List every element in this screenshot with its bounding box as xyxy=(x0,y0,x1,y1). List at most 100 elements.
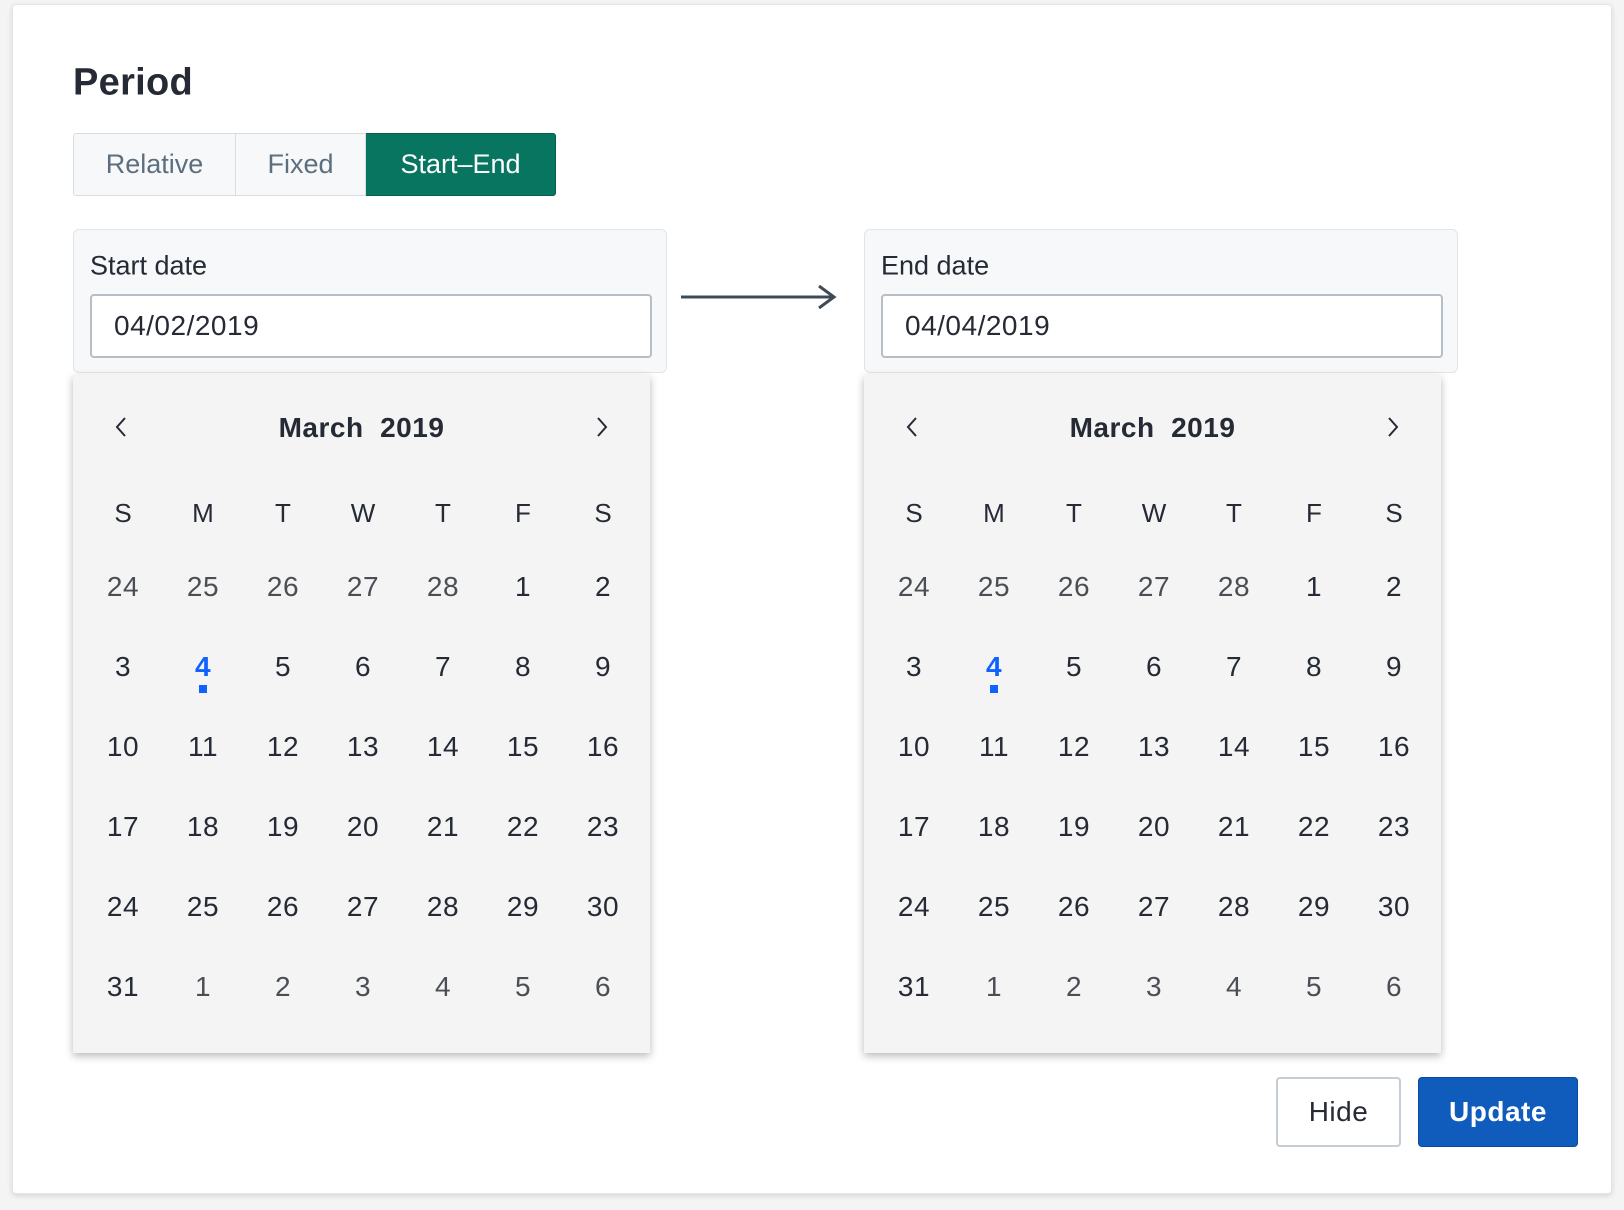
day-cell[interactable]: 10 xyxy=(874,707,954,787)
day-cell[interactable]: 12 xyxy=(1034,707,1114,787)
day-cell[interactable]: 19 xyxy=(243,787,323,867)
day-cell[interactable]: 26 xyxy=(1034,547,1114,627)
day-cell-today[interactable]: 4 xyxy=(163,627,243,707)
day-cell[interactable]: 2 xyxy=(1034,947,1114,1027)
day-cell[interactable]: 8 xyxy=(1274,627,1354,707)
day-cell[interactable]: 21 xyxy=(403,787,483,867)
day-cell[interactable]: 28 xyxy=(403,867,483,947)
day-cell[interactable]: 11 xyxy=(954,707,1034,787)
day-cell[interactable]: 30 xyxy=(563,867,643,947)
day-cell[interactable]: 18 xyxy=(954,787,1034,867)
day-cell[interactable]: 22 xyxy=(1274,787,1354,867)
day-cell[interactable]: 1 xyxy=(954,947,1034,1027)
day-cell[interactable]: 26 xyxy=(243,547,323,627)
day-cell[interactable]: 13 xyxy=(1114,707,1194,787)
day-cell[interactable]: 29 xyxy=(1274,867,1354,947)
day-cell[interactable]: 17 xyxy=(83,787,163,867)
day-cell-today[interactable]: 4 xyxy=(954,627,1034,707)
day-cell[interactable]: 2 xyxy=(1354,547,1434,627)
day-cell[interactable]: 31 xyxy=(83,947,163,1027)
day-cell[interactable]: 27 xyxy=(323,547,403,627)
day-cell[interactable]: 14 xyxy=(1194,707,1274,787)
day-cell[interactable]: 24 xyxy=(874,867,954,947)
day-cell[interactable]: 6 xyxy=(563,947,643,1027)
day-cell[interactable]: 8 xyxy=(483,627,563,707)
hide-button[interactable]: Hide xyxy=(1276,1077,1401,1147)
start-date-group: Start date xyxy=(73,229,667,373)
day-cell[interactable]: 11 xyxy=(163,707,243,787)
day-cell[interactable]: 22 xyxy=(483,787,563,867)
day-cell[interactable]: 5 xyxy=(1274,947,1354,1027)
next-month-button[interactable] xyxy=(1373,407,1413,447)
day-cell[interactable]: 25 xyxy=(954,867,1034,947)
day-cell[interactable]: 6 xyxy=(1354,947,1434,1027)
day-cell[interactable]: 28 xyxy=(1194,547,1274,627)
day-cell[interactable]: 18 xyxy=(163,787,243,867)
day-cell[interactable]: 20 xyxy=(323,787,403,867)
day-cell[interactable]: 23 xyxy=(563,787,643,867)
weekday-label: T xyxy=(435,497,451,528)
day-cell[interactable]: 27 xyxy=(323,867,403,947)
day-cell[interactable]: 19 xyxy=(1034,787,1114,867)
day-cell[interactable]: 16 xyxy=(563,707,643,787)
day-cell[interactable]: 1 xyxy=(163,947,243,1027)
day-cell[interactable]: 7 xyxy=(403,627,483,707)
end-calendar: March 2019 S M T W T F S 24 25 26 27 28 1 2 3 4 5… xyxy=(864,375,1441,1053)
day-cell[interactable]: 24 xyxy=(83,547,163,627)
day-cell[interactable]: 24 xyxy=(83,867,163,947)
day-cell[interactable]: 17 xyxy=(874,787,954,867)
day-cell[interactable]: 13 xyxy=(323,707,403,787)
chevron-right-icon xyxy=(1388,417,1399,437)
day-cell[interactable]: 26 xyxy=(243,867,323,947)
day-cell[interactable]: 21 xyxy=(1194,787,1274,867)
day-cell[interactable]: 20 xyxy=(1114,787,1194,867)
update-button[interactable]: Update xyxy=(1418,1077,1578,1147)
day-cell[interactable]: 6 xyxy=(1114,627,1194,707)
day-cell[interactable]: 2 xyxy=(243,947,323,1027)
tab-fixed[interactable]: Fixed xyxy=(236,133,366,196)
weekday-label: W xyxy=(350,497,376,528)
day-cell[interactable]: 1 xyxy=(483,547,563,627)
day-cell[interactable]: 28 xyxy=(1194,867,1274,947)
day-cell[interactable]: 6 xyxy=(323,627,403,707)
day-cell[interactable]: 4 xyxy=(403,947,483,1027)
day-cell[interactable]: 27 xyxy=(1114,867,1194,947)
day-cell[interactable]: 30 xyxy=(1354,867,1434,947)
day-cell[interactable]: 5 xyxy=(483,947,563,1027)
day-cell[interactable]: 15 xyxy=(1274,707,1354,787)
day-cell[interactable]: 25 xyxy=(954,547,1034,627)
day-cell[interactable]: 1 xyxy=(1274,547,1354,627)
day-cell[interactable]: 3 xyxy=(1114,947,1194,1027)
day-cell[interactable]: 4 xyxy=(1194,947,1274,1027)
day-cell[interactable]: 3 xyxy=(874,627,954,707)
day-cell[interactable]: 29 xyxy=(483,867,563,947)
day-cell[interactable]: 5 xyxy=(243,627,323,707)
day-cell[interactable]: 25 xyxy=(163,867,243,947)
day-cell[interactable]: 26 xyxy=(1034,867,1114,947)
day-cell[interactable]: 3 xyxy=(323,947,403,1027)
day-cell[interactable]: 15 xyxy=(483,707,563,787)
day-cell[interactable]: 23 xyxy=(1354,787,1434,867)
day-cell[interactable]: 2 xyxy=(563,547,643,627)
day-cell[interactable]: 25 xyxy=(163,547,243,627)
day-cell[interactable]: 28 xyxy=(403,547,483,627)
day-cell[interactable]: 24 xyxy=(874,547,954,627)
day-cell[interactable]: 12 xyxy=(243,707,323,787)
day-cell[interactable]: 31 xyxy=(874,947,954,1027)
day-cell[interactable]: 14 xyxy=(403,707,483,787)
day-cell[interactable]: 7 xyxy=(1194,627,1274,707)
day-cell[interactable]: 10 xyxy=(83,707,163,787)
start-date-input[interactable] xyxy=(90,294,652,358)
day-cell[interactable]: 9 xyxy=(563,627,643,707)
day-cell[interactable]: 16 xyxy=(1354,707,1434,787)
day-cell[interactable]: 3 xyxy=(83,627,163,707)
tab-start-end[interactable]: Start–End xyxy=(366,133,556,196)
end-date-input[interactable] xyxy=(881,294,1443,358)
day-cell[interactable]: 9 xyxy=(1354,627,1434,707)
day-cell[interactable]: 5 xyxy=(1034,627,1114,707)
calendar-month-title: March 2019 xyxy=(1069,412,1236,443)
tab-relative[interactable]: Relative xyxy=(73,133,236,196)
weekday-label: S xyxy=(905,497,923,528)
next-month-button[interactable] xyxy=(582,407,622,447)
day-cell[interactable]: 27 xyxy=(1114,547,1194,627)
